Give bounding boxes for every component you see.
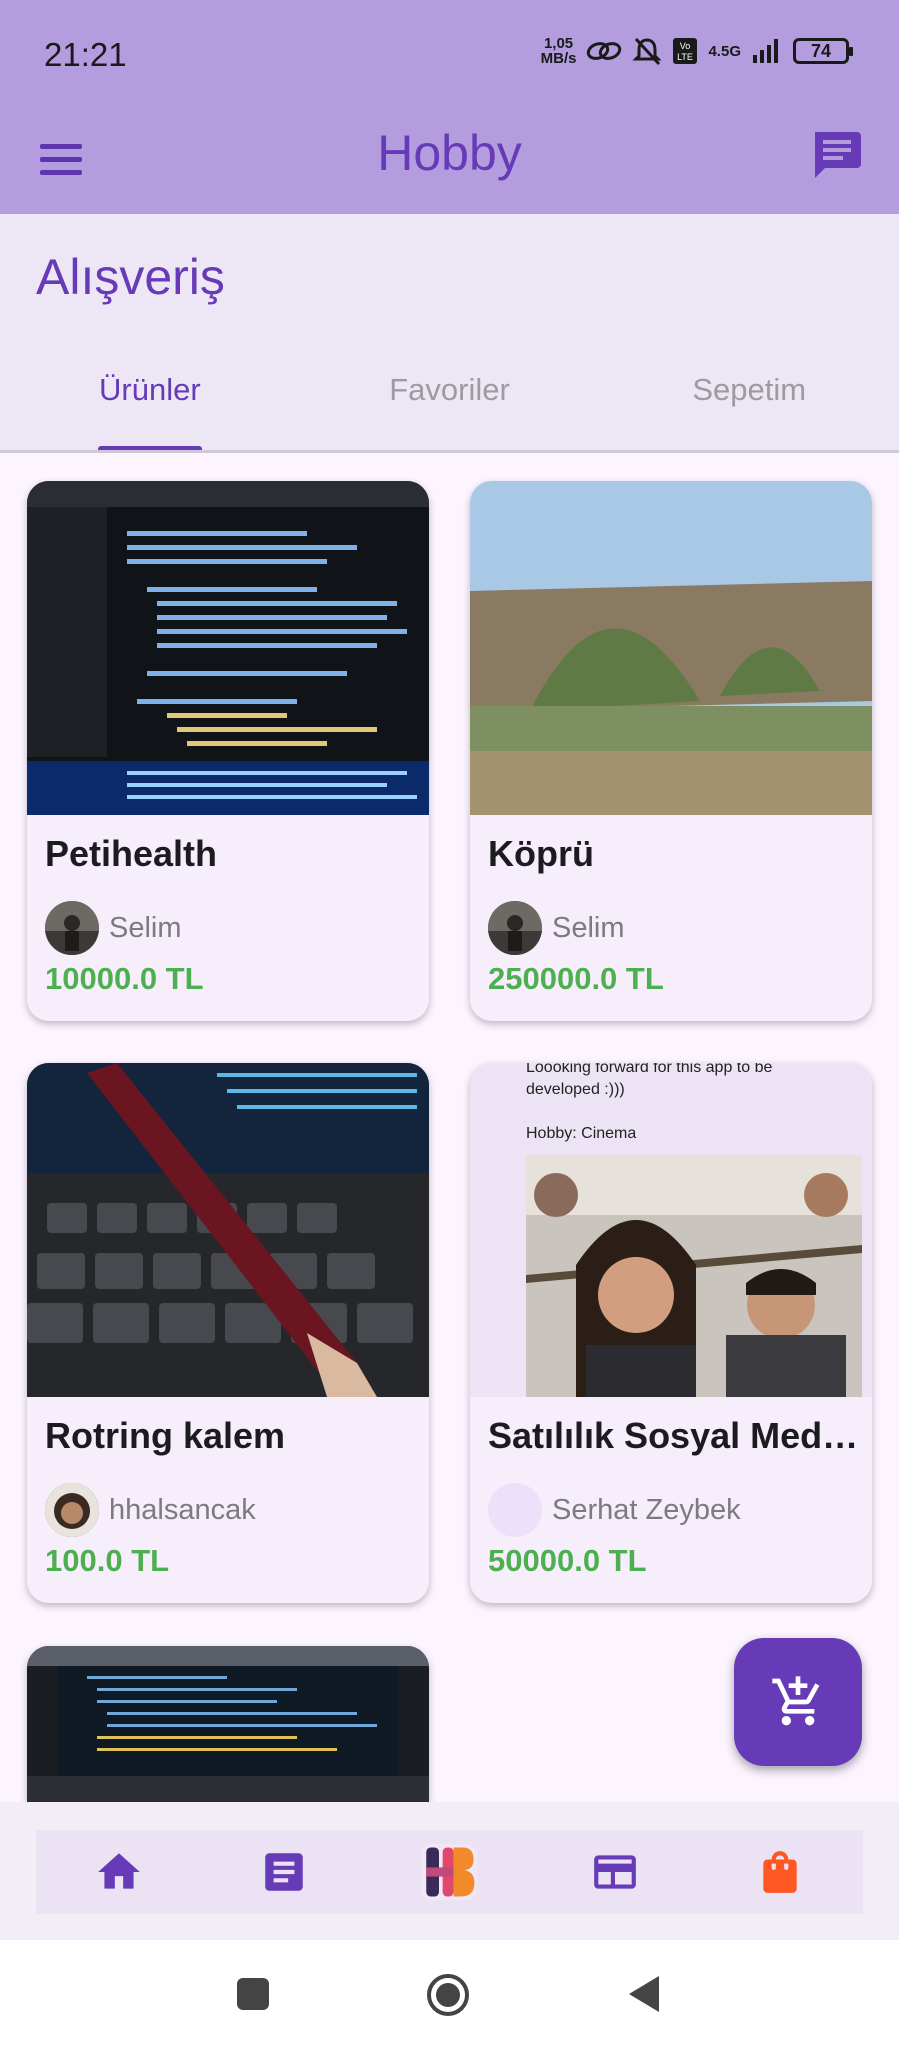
seller-name: Selim (109, 911, 182, 944)
avatar (45, 1483, 99, 1537)
avatar (45, 901, 99, 955)
product-title: Satılılık Sosyal Med… (488, 1415, 859, 1456)
image-caption: Loooking forward for this app to be deve… (526, 1063, 773, 1098)
bottom-navigation (0, 1802, 899, 1940)
image-caption-hobby: Hobby: Cinema (526, 1125, 637, 1142)
home-button-icon[interactable] (425, 1972, 471, 2018)
product-card[interactable]: Loooking forward for this app to be deve… (470, 1063, 872, 1603)
calendar-icon (594, 1855, 636, 1889)
avatar (488, 1483, 542, 1537)
tab-products[interactable]: Ürünler (0, 352, 300, 452)
home-icon (97, 1853, 140, 1889)
app-bar: Hobby (0, 108, 899, 214)
product-image: Loooking forward for this app to be deve… (470, 1063, 872, 1397)
tab-cart[interactable]: Sepetim (599, 352, 899, 452)
tab-bar: Ürünler Favoriler Sepetim (0, 352, 899, 452)
product-seller[interactable]: Selim (45, 901, 182, 955)
product-title: Köprü (488, 833, 594, 874)
signal-icon (753, 39, 778, 63)
product-seller[interactable]: Serhat Zeybek (488, 1483, 741, 1537)
system-navigation-bar (0, 1940, 899, 2048)
network-type: 4.5G (708, 42, 741, 60)
seller-name: Serhat Zeybek (552, 1493, 741, 1526)
volte-icon: VoLTE (673, 38, 698, 64)
product-price: 50000.0 TL (488, 1543, 647, 1578)
app-title: Hobby (377, 125, 522, 181)
tab-favorites[interactable]: Favoriler (300, 352, 600, 452)
status-time: 21:21 (44, 36, 127, 73)
nav-shop[interactable] (750, 1842, 810, 1902)
bottom-nav-bar (36, 1830, 863, 1914)
status-icons: 1,05 MB/s Vo LTE 4.5G 74 (540, 35, 853, 67)
product-image (27, 481, 429, 815)
seller-name: hhalsancak (109, 1493, 256, 1526)
chat-icon[interactable] (807, 126, 865, 184)
hobby-logo (421, 1843, 478, 1901)
network-speed: 1,05 MB/s (540, 35, 577, 67)
add-to-cart-button[interactable] (734, 1638, 862, 1766)
avatar (488, 901, 542, 955)
back-icon[interactable] (625, 1974, 661, 2014)
product-card[interactable]: Köprü Selim 250000.0 TL (470, 481, 872, 1021)
product-image (470, 481, 872, 815)
nav-home[interactable] (89, 1842, 149, 1902)
tab-divider (0, 450, 899, 453)
page-title: Alışveriş (36, 249, 225, 305)
product-price: 10000.0 TL (45, 961, 204, 996)
product-image (27, 1063, 429, 1397)
recents-icon[interactable] (235, 1976, 271, 2012)
battery-icon: 74 (793, 38, 853, 64)
nav-calendar[interactable] (585, 1842, 645, 1902)
product-price: 250000.0 TL (488, 961, 664, 996)
product-card[interactable]: Rotring kalem hhalsancak 100.0 TL (27, 1063, 429, 1603)
product-price: 100.0 TL (45, 1543, 170, 1578)
nav-hobby[interactable] (419, 1842, 479, 1902)
notes-icon (265, 1853, 303, 1891)
shop-header: Alışveriş Ürünler Favoriler Sepetim (0, 214, 899, 452)
shopping-bag-icon (763, 1851, 797, 1893)
link-icon (587, 42, 622, 60)
product-seller[interactable]: Selim (488, 901, 625, 955)
product-title: Petihealth (45, 833, 218, 874)
status-bar: 21:21 1,05 MB/s Vo LTE 4.5G 74 (0, 0, 899, 108)
mute-bell-icon (632, 37, 663, 66)
product-card[interactable]: Petihealth Selim 10000.0 TL (27, 481, 429, 1021)
product-seller[interactable]: hhalsancak (45, 1483, 256, 1537)
add-shopping-cart-icon (772, 1676, 820, 1726)
product-card[interactable] (27, 1646, 429, 1802)
nav-notes[interactable] (254, 1842, 314, 1902)
product-image (27, 1646, 429, 1802)
svg-text:LTE: LTE (678, 52, 694, 62)
svg-text:Vo: Vo (680, 41, 691, 51)
product-title: Rotring kalem (45, 1415, 286, 1456)
seller-name: Selim (552, 911, 625, 944)
